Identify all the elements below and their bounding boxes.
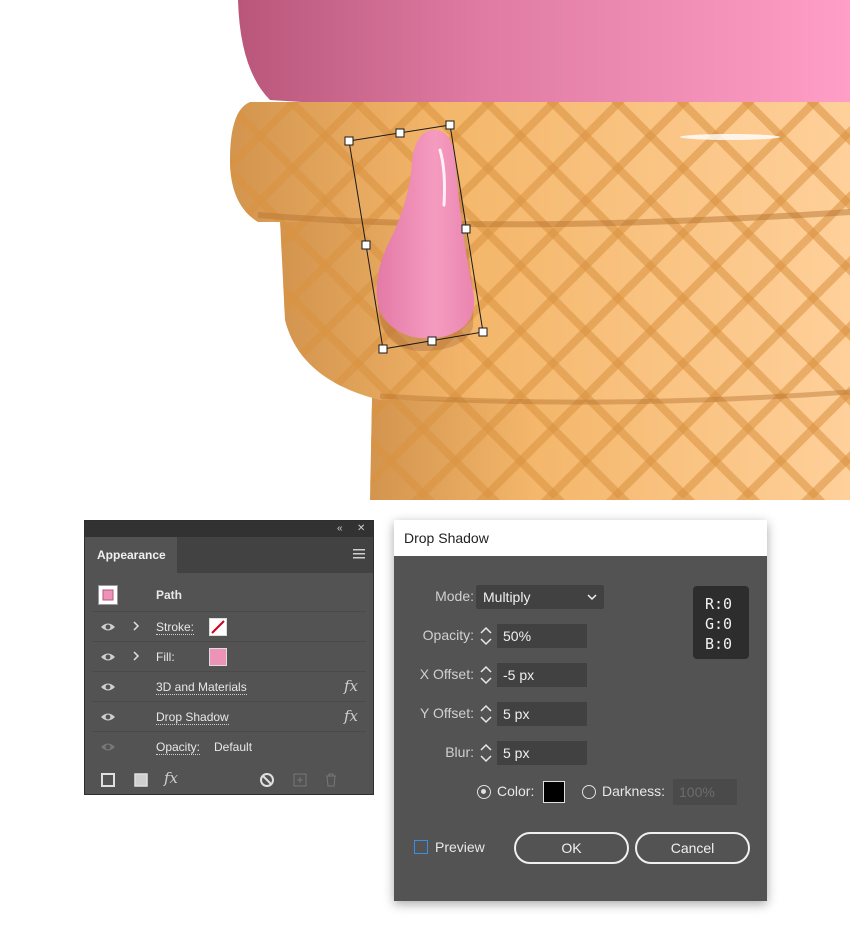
expand-chevron-icon[interactable] bbox=[132, 620, 140, 632]
cancel-button[interactable]: Cancel bbox=[635, 832, 750, 864]
darkness-radio-label: Darkness: bbox=[602, 783, 666, 799]
fill-label: Fill: bbox=[156, 650, 175, 664]
panel-tab-row: Appearance bbox=[85, 537, 373, 573]
appearance-row-stroke[interactable]: Stroke: bbox=[92, 612, 366, 642]
preview-label[interactable]: Preview bbox=[435, 839, 485, 855]
opacity-stepper[interactable]: 50% bbox=[476, 624, 587, 648]
opacity-link[interactable]: Opacity: bbox=[156, 740, 201, 755]
add-new-stroke-icon[interactable] bbox=[100, 772, 116, 788]
stepper-arrows-icon[interactable] bbox=[476, 663, 496, 687]
close-panel-button[interactable]: ✕ bbox=[357, 522, 365, 536]
darkness-input: 100% bbox=[673, 779, 737, 805]
appearance-row-path[interactable]: Path bbox=[92, 580, 366, 612]
add-new-fill-icon[interactable] bbox=[133, 772, 149, 788]
blur-label: Blur: bbox=[445, 744, 474, 760]
x-offset-input[interactable]: -5 px bbox=[497, 663, 587, 687]
expand-chevron-icon[interactable] bbox=[132, 650, 140, 662]
stepper-arrows-icon[interactable] bbox=[476, 741, 496, 765]
path-label: Path bbox=[156, 588, 183, 602]
rgb-b-value: B:0 bbox=[705, 635, 733, 653]
artboard-ice-cream-cone bbox=[230, 0, 850, 500]
panel-menu-icon[interactable] bbox=[353, 549, 365, 559]
visibility-eye-icon[interactable] bbox=[100, 681, 116, 693]
visibility-eye-icon[interactable] bbox=[100, 711, 116, 723]
appearance-row-opacity[interactable]: Opacity: Default bbox=[92, 732, 366, 762]
panel-titlebar: « ✕ bbox=[85, 521, 373, 537]
tab-appearance[interactable]: Appearance bbox=[85, 537, 177, 573]
visibility-eye-icon[interactable] bbox=[100, 621, 116, 633]
ok-button[interactable]: OK bbox=[514, 832, 629, 864]
stepper-arrows-icon[interactable] bbox=[476, 702, 496, 726]
mode-select[interactable]: Multiply bbox=[476, 585, 604, 609]
y-offset-label: Y Offset: bbox=[420, 705, 474, 721]
color-radio-label: Color: bbox=[497, 783, 535, 799]
opacity-input[interactable]: 50% bbox=[497, 624, 587, 648]
fill-color-swatch[interactable] bbox=[209, 648, 227, 666]
rgb-r-value: R:0 bbox=[705, 595, 733, 613]
stepper-arrows-icon[interactable] bbox=[476, 624, 496, 648]
duplicate-item-icon bbox=[293, 773, 307, 787]
dialog-title: Drop Shadow bbox=[394, 520, 767, 556]
blur-input[interactable]: 5 px bbox=[497, 741, 587, 765]
collapse-panel-button[interactable]: « bbox=[337, 522, 343, 536]
darkness-radio[interactable] bbox=[582, 785, 596, 799]
x-offset-label: X Offset: bbox=[419, 666, 474, 682]
delete-trash-icon bbox=[326, 773, 336, 787]
preview-checkbox[interactable] bbox=[414, 840, 428, 854]
panel-bottom-toolbar: fx bbox=[85, 766, 373, 794]
fx-icon[interactable]: fx bbox=[344, 677, 358, 695]
appearance-row-drop-shadow[interactable]: Drop Shadow fx bbox=[92, 702, 366, 732]
drop-shadow-dialog: Drop Shadow Mode: Multiply Opacity: 50% … bbox=[394, 520, 767, 901]
visibility-eye-icon[interactable] bbox=[100, 651, 116, 663]
appearance-row-fill[interactable]: Fill: bbox=[92, 642, 366, 672]
appearance-row-3d-materials[interactable]: 3D and Materials fx bbox=[92, 672, 366, 702]
opacity-value: Default bbox=[214, 740, 253, 754]
clear-appearance-icon[interactable] bbox=[259, 772, 275, 788]
visibility-eye-icon bbox=[101, 743, 115, 751]
stroke-label[interactable]: Stroke: bbox=[156, 620, 195, 635]
x-offset-stepper[interactable]: -5 px bbox=[476, 663, 587, 687]
appearance-attribute-list: Path Stroke: Fill: 3D and Materials fx D… bbox=[92, 580, 366, 762]
rgb-g-value: G:0 bbox=[705, 615, 733, 633]
chevron-down-icon bbox=[587, 594, 597, 601]
y-offset-stepper[interactable]: 5 px bbox=[476, 702, 587, 726]
drop-shadow-effect-link[interactable]: Drop Shadow bbox=[156, 710, 229, 725]
3d-materials-effect-link[interactable]: 3D and Materials bbox=[156, 680, 247, 695]
blur-stepper[interactable]: 5 px bbox=[476, 741, 587, 765]
appearance-panel: « ✕ Appearance Path Stroke: Fill: 3D and… bbox=[84, 520, 374, 795]
add-new-effect-icon[interactable]: fx bbox=[164, 769, 186, 787]
rgb-readout: R:0 G:0 B:0 bbox=[693, 586, 749, 659]
y-offset-input[interactable]: 5 px bbox=[497, 702, 587, 726]
fx-icon[interactable]: fx bbox=[344, 707, 358, 725]
color-radio[interactable] bbox=[477, 785, 491, 799]
mode-select-value: Multiply bbox=[483, 589, 531, 605]
shadow-color-swatch[interactable] bbox=[543, 781, 565, 803]
opacity-label: Opacity: bbox=[422, 627, 474, 643]
path-thumbnail-icon bbox=[98, 585, 118, 605]
mode-label: Mode: bbox=[435, 588, 474, 604]
stroke-none-swatch[interactable] bbox=[209, 618, 227, 636]
